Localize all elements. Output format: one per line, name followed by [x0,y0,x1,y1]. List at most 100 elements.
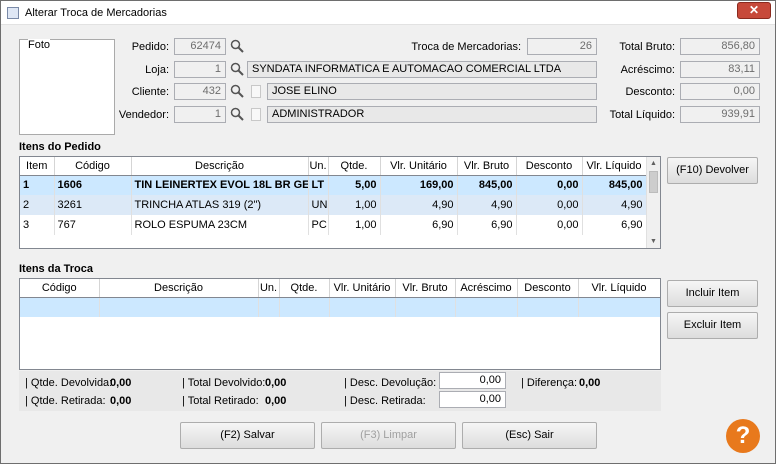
cell: 1,00 [328,215,381,235]
scroll-down-icon[interactable]: ▼ [647,235,660,248]
cell: 767 [54,215,132,235]
col-header[interactable]: Vlr. Unitário [329,279,396,298]
itens-pedido-title: Itens do Pedido [19,141,101,153]
qtde-devolvida-label: | Qtde. Devolvida: [25,377,113,389]
cell: TRINCHA ATLAS 319 (2") [131,195,309,215]
app-icon [7,7,19,19]
cell: 6,90 [582,215,647,235]
col-header[interactable]: Desconto [517,279,579,298]
col-header[interactable]: Vlr. Unitário [380,157,458,176]
main-window: Alterar Troca de Mercadorias ✕ Foto Pedi… [0,0,776,464]
total-devolvido-label: | Total Devolvido: [182,377,266,389]
total-bruto-field: 856,80 [680,38,760,55]
title-bar: Alterar Troca de Mercadorias ✕ [1,1,775,25]
col-header[interactable]: Vlr. Bruto [395,279,456,298]
table-row[interactable] [20,297,660,317]
cell: ROLO ESPUMA 23CM [131,215,309,235]
col-header[interactable]: Código [54,157,132,176]
vendedor-name-field: ADMINISTRADOR [267,106,597,123]
col-header[interactable]: Descrição [131,157,309,176]
desconto-field: 0,00 [680,83,760,100]
diferenca-label: | Diferença: [521,377,578,389]
cell: 4,90 [582,195,647,215]
vendedor-label: Vendedor: [118,109,169,121]
salvar-button[interactable]: (F2) Salvar [180,422,315,449]
cliente-label: Cliente: [131,86,169,98]
table-row[interactable]: 3 767 ROLO ESPUMA 23CM PC 1,00 6,90 6,90… [20,215,647,235]
cliente-code-field[interactable]: 432 [174,83,226,100]
scroll-up-icon[interactable]: ▲ [647,157,660,170]
col-header[interactable]: Descrição [99,279,259,298]
col-header[interactable]: Vlr. Bruto [457,157,517,176]
col-header[interactable]: Un. [258,279,280,298]
cell: 3 [20,215,55,235]
diferenca-value: 0,00 [579,377,601,389]
summary-panel: | Qtde. Devolvida: 0,00 | Total Devolvid… [19,371,661,411]
col-header[interactable]: Desconto [516,157,583,176]
col-header[interactable]: Un. [308,157,329,176]
scroll-thumb[interactable] [649,171,658,193]
cell: 0,00 [516,195,583,215]
col-header[interactable]: Qtde. [279,279,330,298]
cell: UN [308,195,329,215]
table-row[interactable]: 1 1606 TIN LEINERTEX EVOL 18L BR GELO LT… [20,175,647,195]
document-icon[interactable] [251,85,261,98]
cell: 1 [20,175,55,195]
cell: 4,90 [457,195,517,215]
cell: 6,90 [457,215,517,235]
cell: 1,00 [328,195,381,215]
col-header[interactable]: Item [20,157,55,176]
vertical-scrollbar[interactable]: ▲ ▼ [646,157,660,248]
search-icon[interactable] [230,84,244,98]
vendedor-code-field[interactable]: 1 [174,106,226,123]
itens-troca-header: Código Descrição Un. Qtde. Vlr. Unitário… [20,279,660,298]
loja-code-field[interactable]: 1 [174,61,226,78]
desc-retirada-input[interactable]: 0,00 [439,391,506,408]
cell: LT [308,175,329,195]
col-header[interactable]: Vlr. Líquido [578,279,660,298]
table-row[interactable]: 2 3261 TRINCHA ATLAS 319 (2") UN 1,00 4,… [20,195,647,215]
total-bruto-label: Total Bruto: [619,41,675,53]
desc-devolucao-input[interactable]: 0,00 [439,372,506,389]
cell: 2 [20,195,55,215]
help-icon[interactable]: ? [726,419,760,453]
cell: 4,90 [380,195,458,215]
desconto-label: Desconto: [625,86,675,98]
close-button[interactable]: ✕ [737,2,771,19]
incluir-item-button[interactable]: Incluir Item [667,280,758,307]
photo-box: Foto [19,39,115,135]
total-retirado-value: 0,00 [265,395,287,407]
col-header[interactable]: Código [20,279,100,298]
search-icon[interactable] [230,62,244,76]
total-liquido-label: Total Líquido: [609,109,675,121]
cell: 5,00 [328,175,381,195]
search-icon[interactable] [230,107,244,121]
itens-troca-title: Itens da Troca [19,263,93,275]
photo-label: Foto [28,39,51,51]
limpar-button[interactable]: (F3) Limpar [321,422,456,449]
col-header[interactable]: Vlr. Líquido [582,157,647,176]
qtde-devolvida-value: 0,00 [110,377,132,389]
excluir-item-button[interactable]: Excluir Item [667,312,758,339]
total-retirado-label: | Total Retirado: [182,395,259,407]
cell: 6,90 [380,215,458,235]
total-liquido-field: 939,91 [680,106,760,123]
col-header[interactable]: Acréscimo [455,279,518,298]
cell: 3261 [54,195,132,215]
window-title: Alterar Troca de Mercadorias [25,7,167,19]
itens-pedido-grid: Item Código Descrição Un. Qtde. Vlr. Uni… [19,156,661,249]
cell: TIN LEINERTEX EVOL 18L BR GELO [131,175,309,195]
col-header[interactable]: Qtde. [328,157,381,176]
devolver-button[interactable]: (F10) Devolver [667,157,758,184]
document-icon[interactable] [251,108,261,121]
search-icon[interactable] [230,39,244,53]
acrescimo-field: 83,11 [680,61,760,78]
cell: 845,00 [582,175,647,195]
cell: 169,00 [380,175,458,195]
troca-label: Troca de Mercadorias: [411,41,521,53]
cell: 845,00 [457,175,517,195]
loja-name-field: SYNDATA INFORMATICA E AUTOMACAO COMERCIA… [247,61,597,78]
pedido-field[interactable]: 62474 [174,38,226,55]
sair-button[interactable]: (Esc) Sair [462,422,597,449]
cell: 1606 [54,175,132,195]
